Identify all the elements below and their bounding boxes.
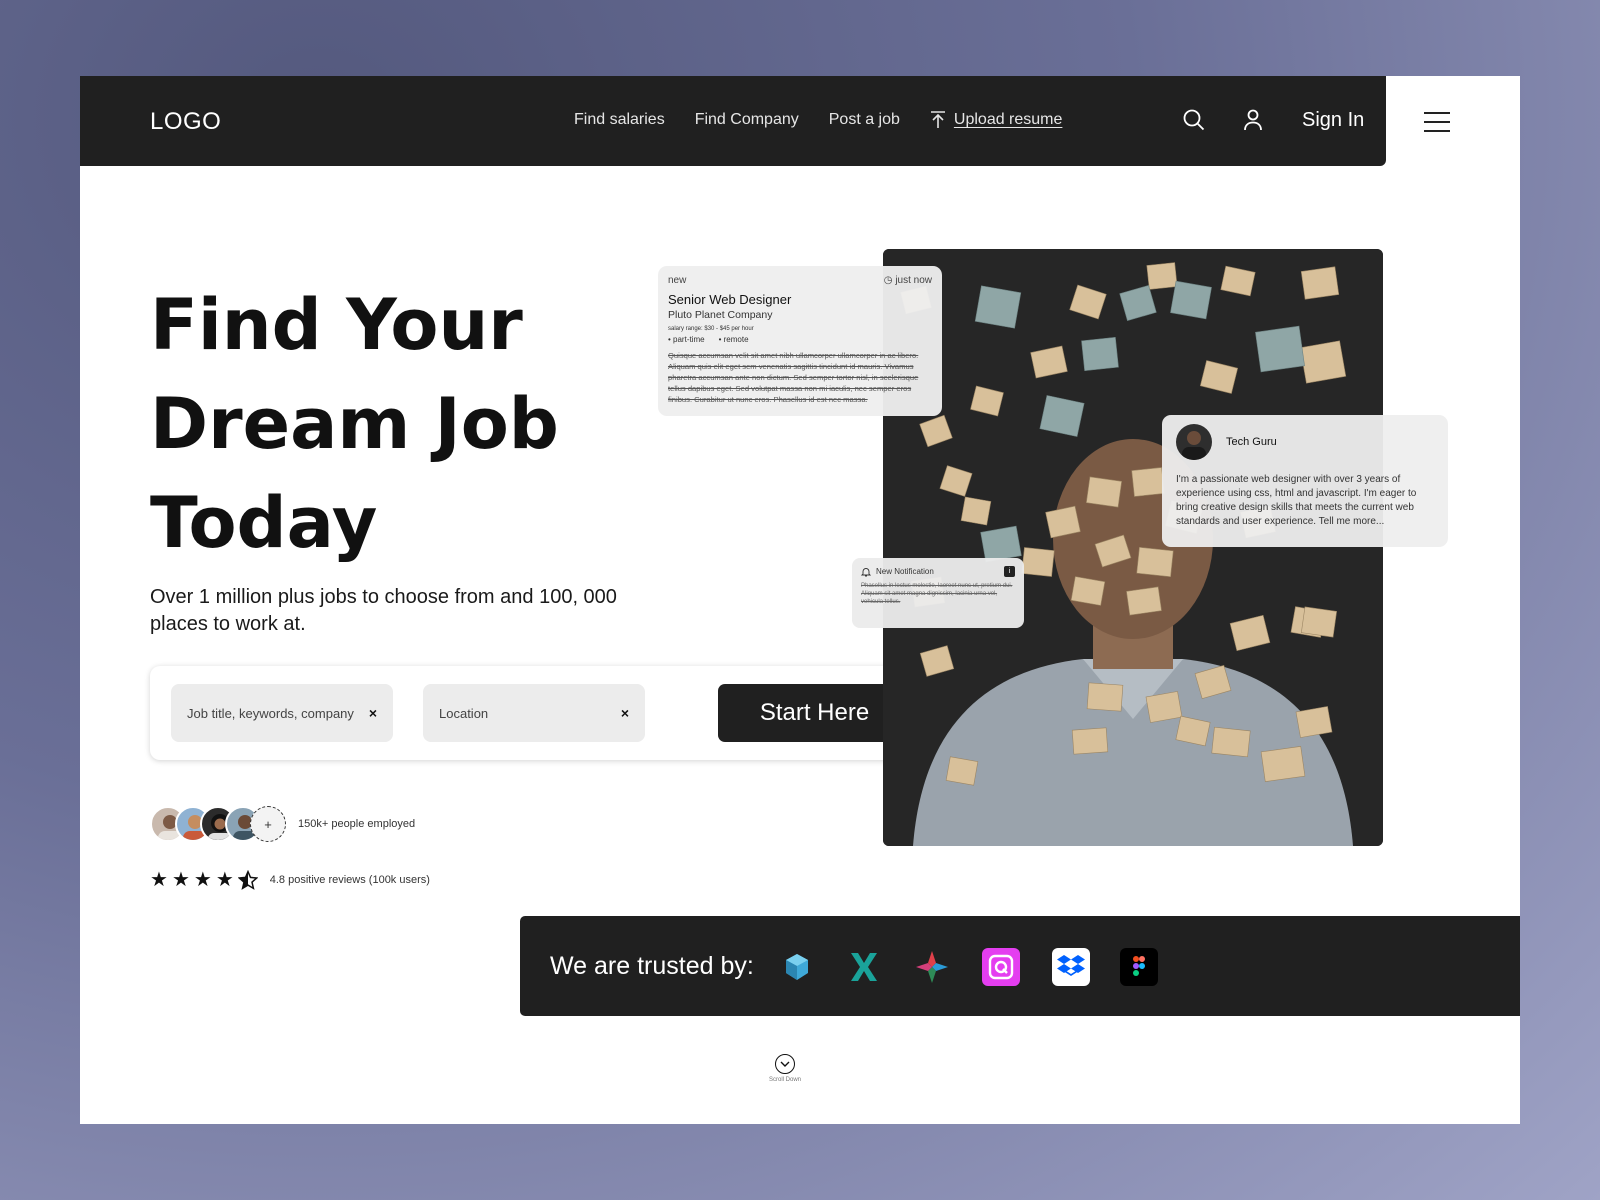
job-salary: salary range: $30 - $45 per hour — [668, 326, 754, 332]
star-icon: ★ — [215, 869, 234, 891]
search-icon[interactable] — [1183, 109, 1205, 131]
job-company: Pluto Planet Company — [668, 309, 773, 321]
nav-link-post-job[interactable]: Post a job — [829, 111, 900, 129]
half-star-icon — [237, 870, 258, 890]
time-label: just now — [895, 275, 932, 286]
job-title: Senior Web Designer — [668, 292, 792, 307]
notification-card[interactable]: New Notification i Phasellus in lectus m… — [852, 558, 1024, 628]
clock-icon: ◷ — [883, 275, 896, 286]
hero-photo — [883, 249, 1383, 846]
hero-title-line: Today — [150, 482, 378, 564]
person-with-sticky-notes-illustration — [883, 249, 1383, 846]
employed-count: 150k+ people employed — [298, 818, 416, 830]
cube-logo-icon[interactable] — [778, 948, 816, 986]
trusted-label: We are trusted by: — [550, 952, 754, 980]
job-card-header: new ◷ just now — [668, 275, 932, 286]
profile-header: Tech Guru — [1176, 424, 1434, 460]
trusted-by-bar: We are trusted by: — [520, 916, 1520, 1016]
job-search-placeholder: Job title, keywords, company — [187, 705, 354, 721]
bell-icon — [861, 567, 871, 576]
job-tag-label: remote — [723, 335, 749, 344]
nav-link-find-company[interactable]: Find Company — [695, 111, 799, 129]
hero-subtitle: Over 1 million plus jobs to choose from … — [150, 586, 617, 635]
user-icon[interactable] — [1243, 109, 1263, 131]
hero-title-line: Find Your — [150, 284, 523, 366]
hero-title: Find Your Dream Job Today — [150, 276, 670, 573]
star-icon: ★ — [150, 869, 168, 891]
top-navbar: LOGO Find salaries Find Company Post a j… — [80, 76, 1386, 166]
quora-logo-icon[interactable] — [982, 948, 1020, 986]
job-card[interactable]: new ◷ just now Senior Web Designer Pluto… — [658, 266, 942, 416]
logo[interactable]: LOGO — [150, 108, 221, 136]
job-description: Quisque accumsan velit sit amet nibh ull… — [668, 351, 919, 404]
location-input[interactable]: Location × — [423, 684, 645, 742]
profile-bio: I'm a passionate web designer with over … — [1176, 474, 1417, 527]
notification-badge[interactable]: i — [1004, 566, 1015, 577]
figma-logo-icon[interactable] — [1120, 948, 1158, 986]
menu-icon[interactable] — [1424, 112, 1450, 139]
upload-resume-label: Upload resume — [953, 111, 1063, 128]
employed-avatars: + 150k+ people employed — [150, 806, 415, 842]
avatar — [1176, 424, 1212, 460]
notification-text: Phasellus in lectus molestie, laoreet nu… — [861, 583, 1013, 605]
clear-location-icon[interactable]: × — [621, 705, 629, 721]
star-icon: ★ — [171, 869, 190, 891]
nav-link-upload-resume[interactable]: Upload resume — [930, 111, 1063, 129]
scroll-down-button[interactable]: Scroll Down — [766, 1054, 804, 1083]
job-tag-label: part-time — [673, 335, 705, 344]
job-tag: • part-time — [668, 335, 705, 344]
x-logo-icon[interactable] — [845, 948, 883, 986]
hero-title-line: Dream Job — [150, 383, 559, 465]
notification-header: New Notification i — [861, 566, 1015, 577]
chevron-down-icon — [775, 1054, 795, 1074]
new-badge: new — [668, 275, 687, 286]
rating-stars: ★ ★ ★ ★ 4.8 positive reviews (100k users… — [150, 870, 430, 890]
nav-links: Find salaries Find Company Post a job Up… — [574, 111, 1062, 129]
reviews-text: 4.8 positive reviews (100k users) — [269, 874, 430, 886]
notification-title: New Notification — [876, 567, 934, 576]
profile-card[interactable]: Tech Guru I'm a passionate web designer … — [1162, 415, 1448, 547]
star-icon: ★ — [193, 869, 212, 891]
job-search-input[interactable]: Job title, keywords, company × — [171, 684, 393, 742]
search-box: Job title, keywords, company × Location … — [150, 666, 926, 760]
star-logo-icon[interactable] — [913, 948, 951, 986]
sign-in-button[interactable]: Sign In — [1302, 109, 1364, 132]
dropbox-logo-icon[interactable] — [1052, 948, 1090, 986]
location-placeholder: Location — [439, 705, 489, 721]
job-tag: • remote — [718, 335, 749, 344]
job-tags: • part-time • remote — [668, 335, 932, 344]
scroll-down-label: Scroll Down — [768, 1077, 801, 1083]
nav-link-find-salaries[interactable]: Find salaries — [574, 111, 665, 129]
add-avatar-button[interactable]: + — [250, 806, 286, 842]
profile-name: Tech Guru — [1226, 436, 1277, 448]
upload-icon — [930, 111, 945, 128]
landing-page: LOGO Find salaries Find Company Post a j… — [80, 76, 1520, 1124]
clear-job-icon[interactable]: × — [369, 705, 377, 721]
job-time: ◷ just now — [884, 275, 932, 286]
